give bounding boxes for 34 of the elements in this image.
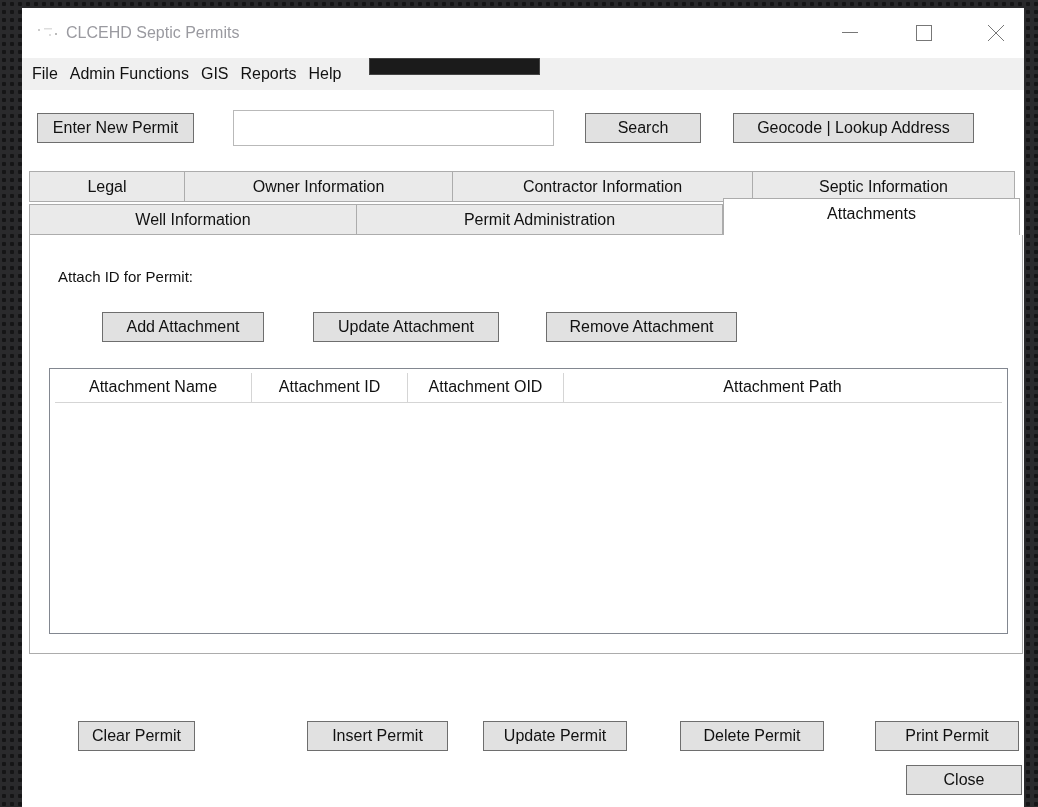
tab[interactable]: Legal (29, 171, 185, 202)
menu-item[interactable]: Reports (234, 62, 303, 86)
tab[interactable]: Attachments (723, 198, 1020, 235)
search-button[interactable]: Search (585, 113, 701, 143)
attach-id-label: Attach ID for Permit: (58, 267, 195, 287)
action-button[interactable]: Update Permit (483, 721, 627, 751)
action-button[interactable]: Clear Permit (78, 721, 195, 751)
tab[interactable]: Permit Administration (356, 204, 723, 235)
app-icon (37, 28, 59, 38)
minimize-icon[interactable] (842, 32, 858, 34)
attachment-button[interactable]: Remove Attachment (546, 311, 737, 342)
close-button[interactable]: Close (906, 765, 1022, 795)
menu-item[interactable]: GIS (194, 62, 235, 86)
close-icon[interactable] (988, 25, 1004, 41)
action-button[interactable]: Delete Permit (680, 721, 824, 751)
maximize-icon[interactable] (916, 25, 932, 41)
attachment-button[interactable]: Update Attachment (313, 311, 499, 342)
tab[interactable]: Well Information (29, 204, 357, 235)
column-header[interactable]: Attachment OID (408, 372, 564, 402)
geocode-button[interactable]: Geocode | Lookup Address (733, 113, 974, 143)
attachment-button[interactable]: Add Attachment (102, 311, 264, 342)
tab[interactable]: Owner Information (184, 171, 453, 202)
menu-item[interactable]: Admin Functions (63, 62, 195, 86)
action-button[interactable]: Insert Permit (307, 721, 448, 751)
action-button[interactable]: Print Permit (875, 721, 1019, 751)
column-header[interactable]: Attachment ID (252, 372, 408, 402)
column-header[interactable]: Attachment Name (55, 372, 252, 402)
menu-item[interactable]: Help (302, 62, 348, 86)
search-field[interactable] (233, 110, 554, 146)
window-title: CLCEHD Septic Permits (66, 23, 240, 43)
tab[interactable]: Contractor Information (452, 171, 753, 202)
column-header[interactable]: Attachment Path (564, 372, 1001, 402)
new-permit-button[interactable]: Enter New Permit (37, 113, 194, 143)
menu-item[interactable]: File (26, 62, 64, 86)
